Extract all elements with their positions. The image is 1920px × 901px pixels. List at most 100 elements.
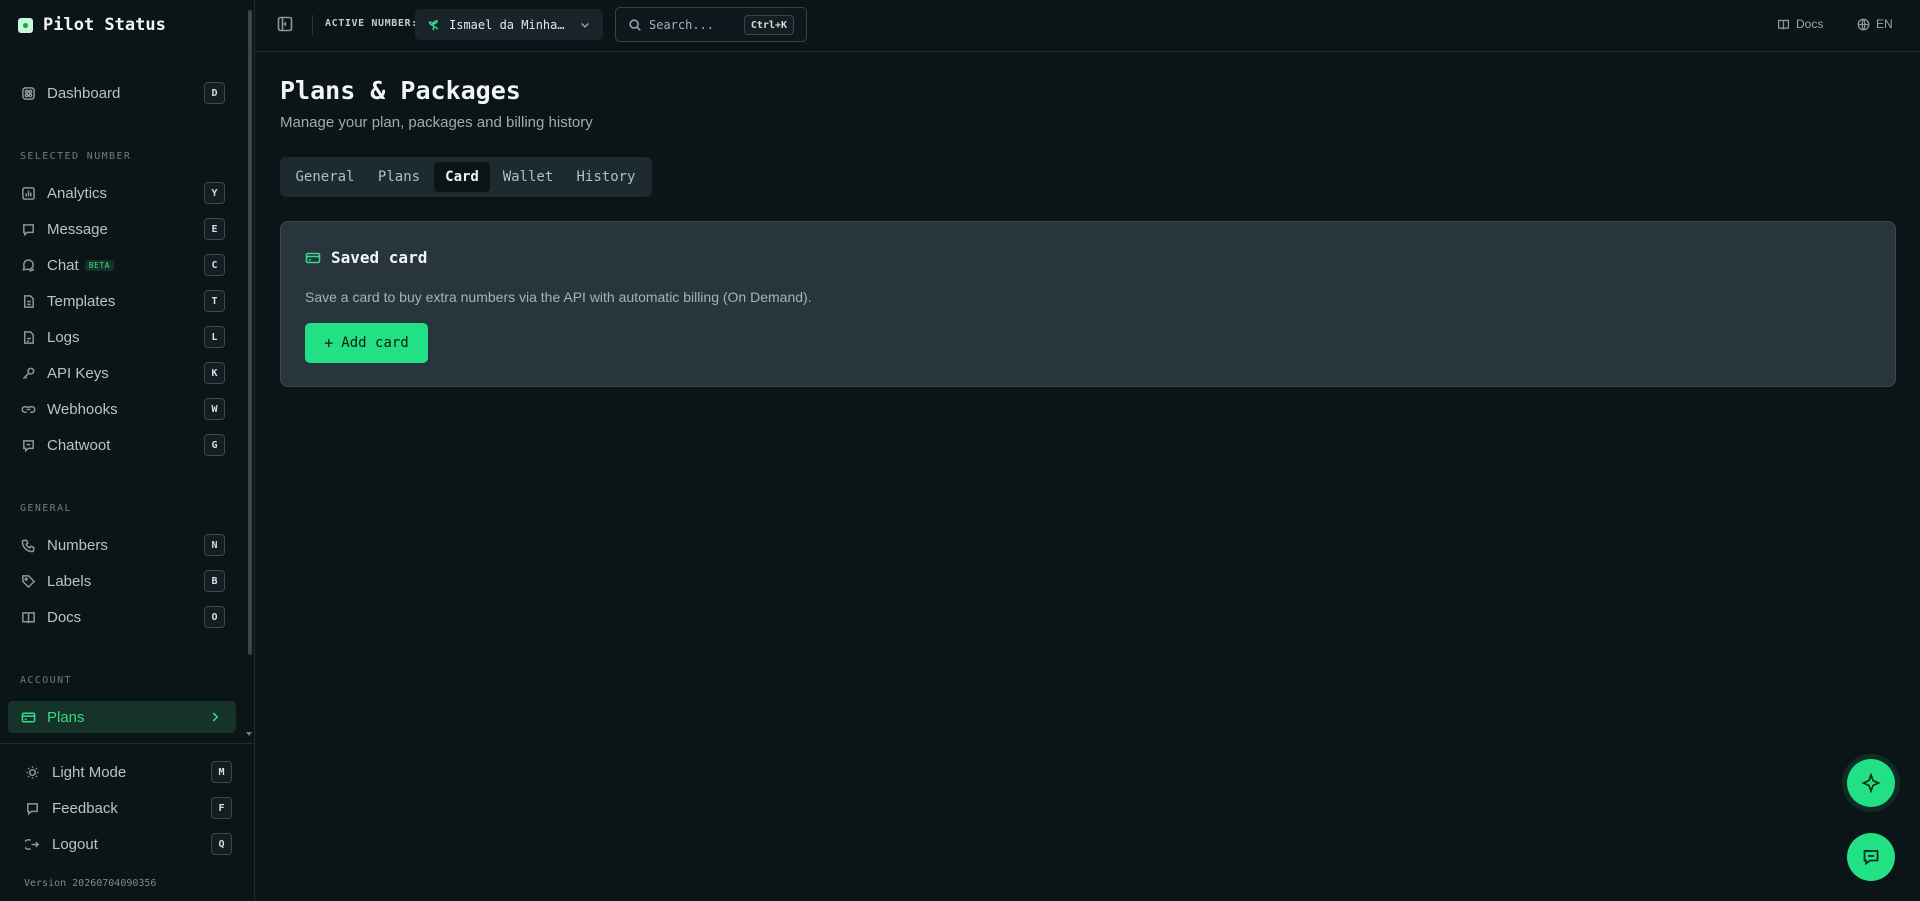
feedback-button[interactable]: Feedback F [10,792,236,824]
sidebar-item-label: API Keys [47,364,109,382]
credit-card-icon [305,252,321,263]
chevron-down-icon [579,18,591,36]
sidebar-item-plans[interactable]: Plans [8,701,236,733]
plant-icon [427,18,441,32]
active-number-select[interactable]: Ismael da Minha… [415,9,603,40]
sidebar-item-label: Analytics [47,184,108,202]
version-label: Version 20260704090356 [24,878,157,889]
page-title: Plans & Packages [280,76,521,105]
key-icon [20,365,36,381]
chat-support-button[interactable] [1847,833,1895,881]
assistant-button[interactable] [1847,759,1895,807]
tab-plans[interactable]: Plans [368,162,430,192]
globe-icon [1857,18,1870,30]
add-card-button[interactable]: + Add card [305,323,428,363]
search-icon [628,18,642,32]
feedback-label: Feedback [52,799,118,817]
beta-badge: BETA [84,259,114,271]
sidebar-item-chat[interactable]: Chat BETA C [8,249,236,281]
sidebar-item-api-keys[interactable]: API Keys K [8,357,236,389]
book-icon [20,609,36,625]
light-mode-button[interactable]: Light Mode M [10,756,236,788]
dashboard-icon [20,85,36,101]
sidebar-item-label: Chat [47,256,79,274]
plans-tabs: General Plans Card Wallet History [280,157,652,197]
chat-icon [20,257,36,273]
saved-card-panel: Saved card Save a card to buy extra numb… [280,221,1896,387]
sidebar: Pilot Status Dashboard D SELECTED NUMBER… [0,0,255,901]
search-input[interactable] [649,17,735,32]
tab-card[interactable]: Card [434,162,490,192]
shortcut-key: B [204,570,225,592]
sidebar-item-label: Labels [47,572,92,590]
page-subtitle: Manage your plan, packages and billing h… [280,114,593,131]
brand-logo-icon [18,17,33,33]
sun-icon [24,764,40,780]
sidebar-item-templates[interactable]: Templates T [8,285,236,317]
chevron-right-icon [208,710,222,729]
message-icon [20,221,36,237]
sidebar-scrollbar-thumb[interactable] [248,10,252,655]
sidebar-item-analytics[interactable]: Analytics Y [8,177,236,209]
shortcut-key: E [204,218,225,240]
tab-general[interactable]: General [286,162,364,192]
top-header: ACTIVE NUMBER: Ismael da Minha… Ctrl+K D… [255,0,1920,52]
tab-history[interactable]: History [566,162,646,192]
sidebar-item-label: Docs [47,608,82,626]
search-shortcut: Ctrl+K [743,15,794,35]
light-mode-label: Light Mode [52,763,127,781]
section-label-general: GENERAL [20,503,72,514]
sidebar-item-label: Chatwoot [47,436,111,454]
logout-button[interactable]: Logout Q [10,828,236,860]
webhook-icon [20,401,36,417]
shortcut-key: F [211,797,232,819]
logout-label: Logout [52,835,98,853]
shortcut-key: K [204,362,225,384]
section-label-account: ACCOUNT [20,675,72,686]
sidebar-item-message[interactable]: Message E [8,213,236,245]
language-selector[interactable]: EN [1857,17,1893,31]
shortcut-key: G [204,434,225,456]
docs-link[interactable]: Docs [1777,17,1823,31]
brand[interactable]: Pilot Status [18,14,166,36]
tab-wallet[interactable]: Wallet [494,162,562,192]
saved-card-title: Saved card [331,248,428,267]
shortcut-key: D [204,82,225,104]
sidebar-item-label: Templates [47,292,116,310]
sidebar-item-chatwoot[interactable]: Chatwoot G [8,429,236,461]
chat-bubble-icon [1863,850,1879,866]
sidebar-item-docs[interactable]: Docs O [8,601,236,633]
shortcut-key: W [204,398,225,420]
shortcut-key: M [211,761,232,783]
sidebar-item-logs[interactable]: Logs L [8,321,236,353]
book-icon [1777,19,1790,30]
feedback-icon [24,800,40,816]
search-box[interactable]: Ctrl+K [615,7,807,42]
language-label: EN [1876,17,1893,31]
shortcut-key: Y [204,182,225,204]
sidebar-item-label: Numbers [47,536,108,554]
sidebar-item-label: Message [47,220,108,238]
sidebar-item-label: Dashboard [47,84,121,102]
sidebar-item-dashboard[interactable]: Dashboard D [8,77,236,109]
sidebar-item-label: Plans [47,708,85,726]
shortcut-key: O [204,606,225,628]
shortcut-key: N [204,534,225,556]
shortcut-key: L [204,326,225,348]
add-card-label: Add card [341,335,409,351]
sidebar-item-label: Logs [47,328,80,346]
chatwoot-icon [20,437,36,453]
sidebar-toggle-icon[interactable] [277,16,295,34]
active-number-label: ACTIVE NUMBER: [325,18,418,29]
logout-icon [24,836,40,852]
sidebar-item-webhooks[interactable]: Webhooks W [8,393,236,425]
sidebar-footer: Light Mode M Feedback F Logout Q Version… [0,743,255,901]
docs-link-label: Docs [1796,17,1824,31]
brand-name: Pilot Status [43,15,166,35]
shortcut-key: T [204,290,225,312]
sidebar-item-labels[interactable]: Labels B [8,565,236,597]
tag-icon [20,573,36,589]
phone-icon [20,537,36,553]
scroll-down-arrow-icon[interactable] [246,732,252,736]
sidebar-item-numbers[interactable]: Numbers N [8,529,236,561]
